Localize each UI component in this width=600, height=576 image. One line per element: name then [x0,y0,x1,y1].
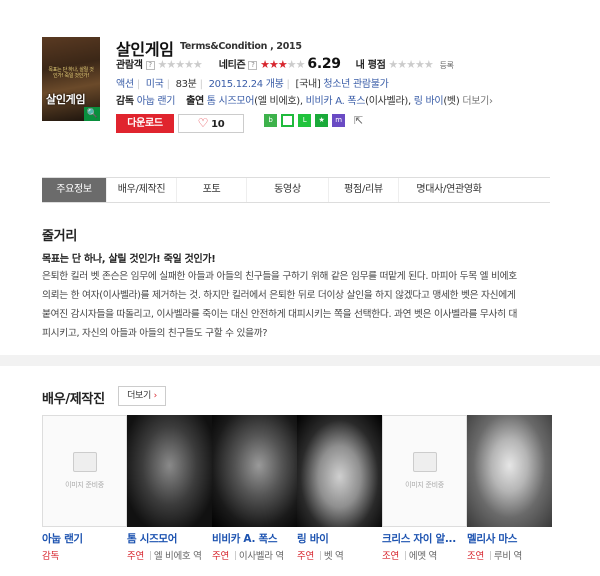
audience-stars: ★★★★★ [157,58,202,71]
section-divider [0,355,600,366]
help-icon[interactable]: ? [145,61,155,70]
netizen-stars: ★★★★★ [260,58,305,71]
person-name[interactable]: 크리스 자이 알... [382,531,467,546]
person-name[interactable]: 비비카 A. 폭스 [212,531,297,546]
person-role: 조연 루비 역 [467,548,552,562]
my-rating-label: 내 평점 [355,60,386,71]
role-type: 주연 [212,551,229,562]
role-name: 이사벨라 역 [238,551,284,562]
credits-more-link[interactable]: 더보기 [462,96,489,107]
movie-poster[interactable]: 목표는 단 하나, 살릴 것인가! 죽일 것인가! 살인게임 🔍 [42,37,100,121]
role-name: 벳 역 [323,551,344,562]
credits-row: 감독 아눕 랜기 출연 톰 시즈모어(엘 비에호), 비비카 A. 폭스(이사벨… [116,92,493,107]
rating-row: 관람객 ? ★★★★★ 네티즌 ? ★★★★★ 6.29 내 평점 ★★★★★ … [116,56,454,72]
person-card[interactable]: 톰 시즈모어 주연 엘 비에호 역 [127,415,212,562]
plot-body: 은퇴한 킬러 벳 존슨은 임무에 실패한 아들과 아들의 친구들을 구하기 위해… [42,271,518,339]
person-photo[interactable] [212,415,297,527]
naver-blog-icon[interactable]: b [264,114,277,127]
person-placeholder-icon [413,452,437,472]
chevron-right-icon: › [153,391,158,401]
person-name[interactable]: 톰 시즈모어 [127,531,212,546]
role-name: 루비 역 [493,551,522,562]
tab-photo[interactable]: 포토 [177,178,247,202]
person-role: 주연 이사벨라 역 [212,548,297,562]
netizen-label: 네티즌 [218,60,246,71]
netizen-score: 6.29 [307,56,341,72]
person-name[interactable]: 멜리사 마스 [467,531,552,546]
people-section-title: 배우/제작진 [42,392,105,407]
more-label: 더보기 [127,391,152,401]
tab-quotes[interactable]: 명대사/연관영화 [399,178,499,202]
cast-link-1[interactable]: 톰 시즈모어 [207,96,255,107]
person-card[interactable]: 링 바이 주연 벳 역 [297,415,382,562]
person-card[interactable]: 비비카 A. 폭스 주연 이사벨라 역 [212,415,297,562]
tab-reviews[interactable]: 평점/리뷰 [329,178,399,202]
grade-link[interactable]: 청소년 관람불가 [323,79,388,90]
poster-tagline: 목표는 단 하나, 살릴 것인가! 죽일 것인가! [48,67,94,79]
share-link-icon[interactable]: ⇱ [352,114,365,127]
bookmark-icon[interactable]: ★ [315,114,328,127]
plot-section-title: 줄거리 [42,229,77,244]
role-name: 엘 비에호 역 [153,551,202,562]
cast-link-2[interactable]: 비비카 A. 폭스 [306,96,366,107]
grade-prefix: [국내] [295,79,321,90]
plot-headline: 목표는 단 하나, 살릴 것인가! 죽일 것인가! [42,254,216,265]
person-photo-placeholder[interactable]: 이미지 준비중 [42,415,127,527]
cast-link-3[interactable]: 링 바이 [414,96,444,107]
role-name: 에멧 역 [408,551,437,562]
like-count: 10 [211,119,225,130]
person-role: 조연 에멧 역 [382,548,467,562]
cast-role-3: (벳) [443,96,460,107]
band-icon[interactable] [281,114,294,127]
role-type: 주연 [297,551,314,562]
tab-video[interactable]: 동영상 [247,178,329,202]
role-type: 조연 [382,551,399,562]
person-photo[interactable] [127,415,212,527]
line-icon[interactable]: L [298,114,311,127]
director-label: 감독 [116,96,134,107]
runtime: 83분 [175,79,197,90]
original-title: Terms&Condition , 2015 [180,41,302,52]
me2day-icon[interactable]: m [332,114,345,127]
person-card[interactable]: 이미지 준비중 크리스 자이 알... 조연 에멧 역 [382,415,467,562]
person-name[interactable]: 링 바이 [297,531,382,546]
register-link[interactable]: 등록 [440,61,454,70]
zoom-icon[interactable]: 🔍 [84,107,100,121]
chevron-right-icon: › [489,96,493,107]
tab-bar: 주요정보 배우/제작진 포토 동영상 평점/리뷰 명대사/연관영화 [42,177,550,203]
person-role: 주연 엘 비에호 역 [127,548,212,562]
role-type: 조연 [467,551,484,562]
help-icon[interactable]: ? [248,61,258,70]
my-rating-stars[interactable]: ★★★★★ [388,58,433,71]
person-placeholder-icon [73,452,97,472]
download-button[interactable]: 다운로드 [116,114,174,133]
people-more-button[interactable]: 더보기 › [118,386,166,406]
info-row: 액션 | 미국 | 83분 | 2015.12.24 개봉 | [국내] 청소년 관람불… [116,79,389,90]
person-card[interactable]: 멜리사 마스 조연 루비 역 [467,415,552,562]
person-photo[interactable] [467,415,552,527]
audience-label: 관람객 [116,60,143,71]
person-role: 주연 벳 역 [297,548,382,562]
placeholder-text: 이미지 준비중 [405,481,444,489]
release-link[interactable]: 2015.12.24 개봉 [209,79,284,90]
heart-icon: ♡ [197,116,209,130]
cast-role-2: (이사벨라), [365,96,411,107]
placeholder-text: 이미지 준비중 [65,481,104,489]
genre-link[interactable]: 액션 [116,79,134,90]
cast-role-1: (엘 비에호), [254,96,303,107]
role-type: 주연 [127,551,144,562]
director-link[interactable]: 아눕 랜기 [137,96,176,107]
like-button[interactable]: ♡ 10 [178,114,244,133]
person-photo[interactable] [297,415,382,527]
role-type: 감독 [42,551,59,562]
cast-label: 출연 [186,96,204,107]
tab-main-info[interactable]: 주요정보 [42,178,107,202]
poster-title: 살인게임 [46,93,86,106]
tab-cast[interactable]: 배우/제작진 [107,178,177,202]
person-card[interactable]: 이미지 준비중 아눕 랜기 감독 [42,415,127,562]
person-photo-placeholder[interactable]: 이미지 준비중 [382,415,467,527]
person-role: 감독 [42,548,127,562]
country-link[interactable]: 미국 [146,79,164,90]
person-name[interactable]: 아눕 랜기 [42,531,127,546]
